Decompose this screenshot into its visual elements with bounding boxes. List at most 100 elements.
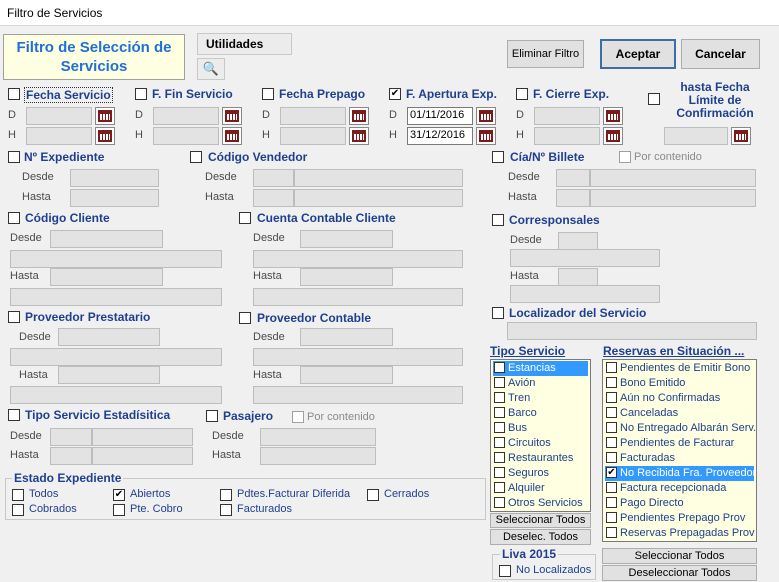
reservas-list[interactable]: Pendientes de Emitir Bono Bono Emitido A… [602,359,757,542]
expediente-checkbox[interactable] [8,151,20,163]
fecha-servicio-hasta[interactable] [26,127,92,145]
list-item[interactable]: Estancias [493,361,588,376]
prestatario-hasta[interactable] [58,366,160,384]
cliente-desde[interactable] [50,230,163,248]
prestatario-desde[interactable] [58,328,160,346]
vendedor-hasta-code[interactable] [253,189,294,207]
calendar-icon[interactable] [476,127,496,145]
hasta-fecha-checkbox[interactable] [648,93,660,105]
fecha-servicio-checkbox[interactable] [8,88,20,100]
checkbox[interactable] [494,437,505,448]
calendar-icon[interactable] [349,127,369,145]
hasta-fecha-input[interactable] [664,127,728,145]
estado-todos-checkbox[interactable] [12,489,24,501]
prestatario-checkbox[interactable] [8,311,20,323]
aceptar-button[interactable]: Aceptar [600,39,676,69]
estado-pdtes-checkbox[interactable] [220,489,232,501]
list-item[interactable]: Alquiler [493,481,588,496]
checkbox[interactable] [606,422,617,433]
billete-desde-cia[interactable] [556,169,590,187]
f-cierre-desde[interactable] [534,107,600,125]
calendar-icon[interactable] [95,107,115,125]
tipo-estadistica-hasta-name[interactable] [92,447,193,465]
f-cierre-hasta[interactable] [534,127,600,145]
checkbox[interactable] [606,512,617,523]
cancelar-button[interactable]: Cancelar [681,39,760,69]
list-item[interactable]: Canceladas [605,406,754,421]
checkbox[interactable] [494,482,505,493]
list-item[interactable]: ✔ No Recibida Fra. Proveedor [605,466,756,481]
list-item[interactable]: Factura recepcionada [605,481,754,496]
utilidades-button[interactable]: Utilidades [197,33,292,55]
cliente-checkbox[interactable] [8,212,20,224]
billete-hasta-num[interactable] [590,189,756,207]
calendar-icon[interactable] [222,107,242,125]
checkbox[interactable] [606,482,617,493]
fecha-servicio-desde[interactable] [26,107,92,125]
corresponsales-hasta-name[interactable] [510,285,660,303]
cliente-hasta-name[interactable] [10,288,222,306]
tipo-estadistica-desde-name[interactable] [92,428,193,446]
list-item[interactable]: Pendientes de Facturar [605,436,754,451]
cuenta-hasta-name[interactable] [253,288,463,306]
corresponsales-hasta[interactable] [558,268,598,286]
estado-cerrados-checkbox[interactable] [367,489,379,501]
localizador-input[interactable] [507,322,757,340]
list-item[interactable]: Facturadas [605,451,754,466]
tipo-seleccionar-todos-button[interactable]: Seleccionar Todos [490,513,591,528]
calendar-icon[interactable] [476,107,496,125]
expediente-desde[interactable] [70,169,159,187]
list-item[interactable]: Pendientes de Emitir Bono [605,361,754,376]
expediente-hasta[interactable] [70,189,159,207]
list-item[interactable]: Restaurantes [493,451,588,466]
checkbox[interactable] [606,362,617,373]
eliminar-filtro-button[interactable]: Eliminar Filtro [507,40,584,68]
list-item[interactable]: Tren [493,391,588,406]
list-item[interactable]: Barco [493,406,588,421]
checkbox[interactable] [494,452,505,463]
pasajero-checkbox[interactable] [206,410,218,422]
calendar-icon[interactable] [222,127,242,145]
checkbox[interactable] [606,377,617,388]
pasajero-desde[interactable] [260,428,376,446]
checkbox[interactable] [494,422,505,433]
checkbox[interactable] [606,527,617,538]
prestatario-desde-name[interactable] [10,348,222,366]
tipo-estadistica-checkbox[interactable] [8,409,20,421]
fecha-prepago-desde[interactable] [280,107,346,125]
vendedor-hasta-name[interactable] [294,189,463,207]
checkbox[interactable] [494,377,505,388]
checkbox[interactable] [494,467,505,478]
cuenta-desde[interactable] [300,230,393,248]
corresponsales-checkbox[interactable] [492,214,504,226]
checkbox[interactable] [494,497,505,508]
vendedor-desde-name[interactable] [294,169,463,187]
prov-contable-hasta-name[interactable] [253,386,463,404]
list-item[interactable]: Pago Directo [605,496,754,511]
vendedor-checkbox[interactable] [190,151,202,163]
prov-contable-desde-name[interactable] [253,348,463,366]
list-item[interactable]: Reservas Prepagadas Prov [605,526,755,541]
cuenta-contable-checkbox[interactable] [239,212,251,224]
f-fin-desde[interactable] [153,107,219,125]
checkbox[interactable]: ✔ [606,467,617,478]
corresponsales-desde[interactable] [558,232,598,250]
calendar-icon[interactable] [349,107,369,125]
list-item[interactable]: Circuitos [493,436,588,451]
list-item[interactable]: No Entregado Albarán Serv. [605,421,756,436]
list-item[interactable]: Avión [493,376,588,391]
f-apertura-desde-input[interactable]: 01/11/2016 [407,107,473,125]
calendar-icon[interactable] [731,127,751,145]
list-item[interactable]: Otros Servicios [493,496,588,511]
f-apertura-hasta-input[interactable]: 31/12/2016 [407,127,473,145]
fecha-prepago-hasta[interactable] [280,127,346,145]
f-cierre-checkbox[interactable] [516,88,528,100]
checkbox[interactable] [494,407,505,418]
estado-pte-cobro-checkbox[interactable] [113,504,125,516]
binoculars-icon[interactable]: 🔍 [197,58,225,80]
vendedor-desde-code[interactable] [253,169,294,187]
cuenta-hasta[interactable] [300,268,393,286]
checkbox[interactable] [606,407,617,418]
list-item[interactable]: Pendientes Prepago Prov [605,511,754,526]
fecha-prepago-checkbox[interactable] [262,88,274,100]
